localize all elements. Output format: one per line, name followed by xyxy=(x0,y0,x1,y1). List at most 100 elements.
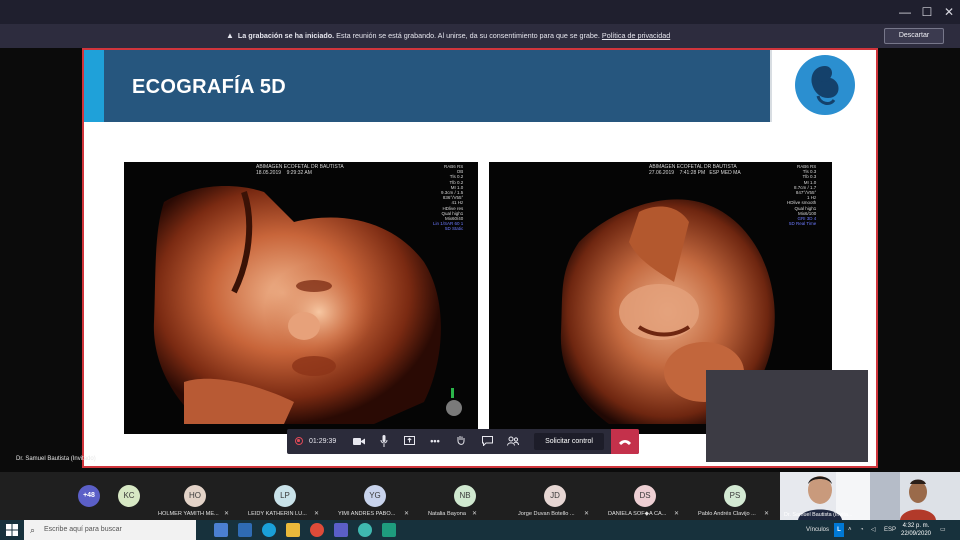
slide-title: ECOGRAFÍA 5D xyxy=(132,76,286,98)
warning-icon: ▲ xyxy=(226,31,234,40)
taskbar-clock[interactable]: 4:32 p. m. 22/09/2020 xyxy=(898,522,934,538)
more-options-icon[interactable]: ••• xyxy=(426,429,444,454)
slide-header: ECOGRAFÍA 5D xyxy=(104,50,770,122)
windows-start-icon[interactable] xyxy=(6,524,18,536)
participant-video xyxy=(870,472,960,520)
avatar: DS xyxy=(634,485,656,507)
mic-off-icon: ✕ xyxy=(404,511,410,517)
mic-off-icon: ✕ xyxy=(764,511,770,517)
scan-params-left: RAB6 RS OB Tls 0.2 Tlb 0.2 MI 1.0 9.3cm … xyxy=(416,164,463,232)
scan-time: 7:41:28 PM xyxy=(679,170,706,176)
scan-time: 9:29:32 AM xyxy=(286,170,312,176)
scan-header-right: ABIMAGEN ECOFETAL DR BAUTISTA 27.06.2019… xyxy=(649,164,741,176)
notifications-icon[interactable]: ▭ xyxy=(940,520,946,540)
scan-mode-short: ESP MED MA xyxy=(709,170,741,176)
clock-time: 4:32 p. m. xyxy=(902,523,930,529)
recording-icon xyxy=(295,437,303,445)
raise-hand-icon[interactable] xyxy=(452,429,470,454)
taskbar-search-input[interactable]: ⌕ Escribe aquí para buscar xyxy=(24,520,196,540)
call-controls: 01:29:39 ••• Solicitar control xyxy=(287,429,639,454)
scan-header-left: ABIMAGEN ECOFETAL DR BAUTISTA 18.05.2019… xyxy=(256,164,344,176)
presenter-video-tile[interactable]: Dr. Samuel Bautista (Invita... xyxy=(780,472,870,520)
logo-box xyxy=(770,50,876,122)
edge-icon[interactable] xyxy=(262,523,276,537)
more-participants-badge[interactable]: +48 xyxy=(78,485,100,507)
shared-screen: ECOGRAFÍA 5D ABIMAGEN ECOFETAL DR BAUTIS… xyxy=(0,48,960,472)
windows-taskbar: ⌕ Escribe aquí para buscar Vínculos L ˄ … xyxy=(0,520,960,540)
title-bar: — ☐ ✕ xyxy=(0,0,960,24)
banner-bold-text: La grabación se ha iniciado. xyxy=(237,31,335,40)
recording-banner: ▲ La grabación se ha iniciado. Esta reuni… xyxy=(0,24,960,48)
teams-window: — ☐ ✕ ▲ La grabación se ha iniciado. Esta… xyxy=(0,0,960,540)
participant-tile[interactable]: DS DANIELA SOF◆A CA... ✕ xyxy=(600,472,690,520)
participant-tile[interactable]: YG YIMI ANDRES PABO... ✕ xyxy=(330,472,420,520)
mic-off-icon: ✕ xyxy=(472,511,478,517)
camera-icon[interactable] xyxy=(349,429,369,454)
participants-strip: +48 KC HO HOLMER YAMITH ME... ✕ LP LEIDY… xyxy=(0,472,960,520)
search-placeholder: Escribe aquí para buscar xyxy=(44,526,122,533)
banner-text: Esta reunión se está grabando. Al unirse… xyxy=(334,31,602,40)
participant-tile[interactable]: NB Natalia Bayona ✕ xyxy=(420,472,510,520)
file-explorer-icon[interactable] xyxy=(286,523,300,537)
banner-message: ▲ La grabación se ha iniciado. Esta reuni… xyxy=(226,24,670,48)
request-control-button[interactable]: Solicitar control xyxy=(534,433,604,450)
avatar: KC xyxy=(118,485,140,507)
chrome-icon[interactable] xyxy=(310,523,324,537)
task-view-icon[interactable] xyxy=(214,523,228,537)
volume-icon[interactable]: ◁ xyxy=(871,520,876,540)
scan-date: 27.06.2019 xyxy=(649,170,675,176)
participant-name: YIMI ANDRES PABO... xyxy=(338,511,396,517)
participants-icon[interactable] xyxy=(504,429,522,454)
chat-icon[interactable] xyxy=(478,429,496,454)
app-icon[interactable] xyxy=(358,523,372,537)
chevron-up-icon[interactable]: ˄ xyxy=(848,520,852,540)
mic-off-icon: ✕ xyxy=(314,511,320,517)
participant-name: Pablo Andrés Clavijo ... xyxy=(698,511,756,517)
teams-icon[interactable] xyxy=(334,523,348,537)
search-icon: ⌕ xyxy=(30,525,36,535)
share-screen-icon[interactable] xyxy=(400,429,418,454)
call-timer: 01:29:39 xyxy=(309,438,337,445)
microphone-icon[interactable] xyxy=(375,429,393,454)
fetus-logo-icon xyxy=(795,55,855,115)
participant-name: HOLMER YAMITH ME... xyxy=(158,511,219,517)
scan-date: 18.05.2019 xyxy=(256,170,282,176)
avatar: HO xyxy=(184,485,206,507)
participant-name: LEIDY KATHERIN LU... xyxy=(248,511,307,517)
participant-tile[interactable]: PS Pablo Andrés Clavijo ... ✕ xyxy=(690,472,780,520)
avatar: NB xyxy=(454,485,476,507)
hang-up-icon xyxy=(619,440,631,445)
tray-links-label[interactable]: Vínculos xyxy=(806,520,829,540)
language-indicator[interactable]: ESP xyxy=(884,520,896,540)
avatar: LP xyxy=(274,485,296,507)
participant-tile[interactable]: JD Jorge Duvan Botello ... ✕ xyxy=(510,472,600,520)
participant-video-tile[interactable] xyxy=(870,472,960,520)
scan-param: 5D Real Time xyxy=(789,221,817,227)
participant-name: DANIELA SOF◆A CA... xyxy=(608,511,667,517)
tray-badge[interactable]: L xyxy=(834,523,844,537)
close-button[interactable]: ✕ xyxy=(938,0,960,24)
slide-accent-bar xyxy=(84,50,104,122)
store-icon[interactable] xyxy=(238,523,252,537)
clock-date: 22/09/2020 xyxy=(900,531,932,537)
participant-tile[interactable]: LP LEIDY KATHERIN LU... ✕ xyxy=(240,472,330,520)
network-icon[interactable]: ◔ xyxy=(860,520,864,540)
participant-tile[interactable]: HO HOLMER YAMITH ME... ✕ xyxy=(150,472,240,520)
self-view-video xyxy=(706,370,868,462)
avatar: JD xyxy=(544,485,566,507)
maximize-button[interactable]: ☐ xyxy=(916,0,938,24)
ultrasound-image-left: ABIMAGEN ECOFETAL DR BAUTISTA 18.05.2019… xyxy=(124,162,478,434)
mic-off-icon: ✕ xyxy=(584,511,590,517)
app-icon[interactable] xyxy=(382,523,396,537)
minimize-button[interactable]: — xyxy=(894,0,916,24)
mic-off-icon: ✕ xyxy=(674,511,680,517)
participant-tile[interactable]: KC xyxy=(118,472,148,520)
presenter-label: Dr. Samuel Bautista (Invitado) xyxy=(16,456,96,462)
privacy-policy-link[interactable]: Política de privacidad xyxy=(602,31,670,40)
hang-up-button[interactable] xyxy=(611,429,639,454)
participant-name: Natalia Bayona xyxy=(428,511,466,517)
dismiss-button[interactable]: Descartar xyxy=(884,28,944,44)
participant-name: Jorge Duvan Botello ... xyxy=(518,511,575,517)
avatar: YG xyxy=(364,485,386,507)
mic-off-icon: ✕ xyxy=(224,511,230,517)
